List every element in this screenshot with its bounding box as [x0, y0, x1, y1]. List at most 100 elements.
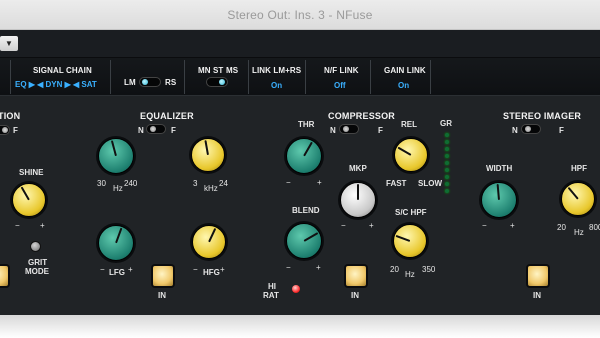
- grit-mode-button[interactable]: [30, 241, 41, 252]
- nf-link-value[interactable]: Off: [334, 81, 346, 90]
- divider: [305, 60, 306, 94]
- nf-link-label: N/F LINK: [324, 66, 359, 75]
- sc-min: 20: [390, 265, 399, 274]
- hfg-plus: +: [220, 265, 225, 274]
- comp-f-label: F: [378, 126, 383, 135]
- blend-minus: −: [286, 263, 291, 272]
- eq-in-button[interactable]: [153, 266, 173, 286]
- hi-label: HI: [268, 282, 276, 291]
- eq-f-label: F: [171, 126, 176, 135]
- sc-max: 350: [422, 265, 436, 274]
- rel-label: REL: [401, 120, 417, 129]
- comp-in-button[interactable]: [346, 266, 366, 286]
- saturation-nf-toggle[interactable]: [0, 125, 10, 135]
- imager-in-label: IN: [533, 291, 541, 300]
- mkp-label: MKP: [349, 164, 367, 173]
- mkp-plus: +: [369, 221, 374, 230]
- lfg-knob[interactable]: [98, 225, 134, 261]
- triangle-down-icon[interactable]: ▼: [0, 36, 18, 51]
- gain-link-label: GAIN LINK: [384, 66, 426, 75]
- blend-knob[interactable]: [286, 223, 322, 259]
- compressor-title: COMPRESSOR: [328, 111, 396, 121]
- hf-min: 3: [193, 179, 198, 188]
- divider: [10, 60, 11, 94]
- mkp-knob[interactable]: [340, 182, 376, 218]
- comp-n-label: N: [330, 126, 336, 135]
- gain-link-value[interactable]: On: [398, 81, 409, 90]
- divider: [184, 60, 185, 94]
- lfg-label: LFG: [109, 268, 125, 277]
- saturation-f-label: F: [13, 126, 18, 135]
- lm-rs-toggle[interactable]: [139, 77, 161, 87]
- eq-in-label: IN: [158, 291, 166, 300]
- divider: [370, 60, 371, 94]
- divider: [430, 60, 431, 94]
- width-minus: −: [482, 221, 487, 230]
- saturation-title: TION: [0, 111, 21, 121]
- shine-minus: −: [15, 221, 20, 230]
- rat-label: RAT: [263, 291, 279, 300]
- ms-label: MS: [226, 66, 239, 75]
- mode-label: MODE: [25, 267, 49, 276]
- width-knob[interactable]: [481, 182, 517, 218]
- comp-in-label: IN: [351, 291, 359, 300]
- window-titlebar: Stereo Out: Ins. 3 - NFuse: [0, 0, 600, 30]
- eq-nf-toggle[interactable]: [146, 124, 166, 134]
- grit-label: GRIT: [28, 258, 48, 267]
- hf-max: 24: [219, 179, 228, 188]
- sc-hpf-knob[interactable]: [393, 224, 427, 258]
- hpf-min: 20: [557, 223, 566, 232]
- window-shadow: [0, 315, 600, 338]
- imager-nf-toggle[interactable]: [521, 124, 541, 134]
- eq-n-label: N: [138, 126, 144, 135]
- rel-slow: SLOW: [418, 179, 442, 188]
- hfg-knob[interactable]: [192, 225, 226, 259]
- shine-label: SHINE: [19, 168, 44, 177]
- thr-label: THR: [298, 120, 315, 129]
- lfg-minus: −: [100, 265, 105, 274]
- shine-plus: +: [40, 221, 45, 230]
- rel-fast: FAST: [386, 179, 407, 188]
- signal-chain-selector[interactable]: EQ ▶ ◀ DYN ▶ ◀ SAT: [15, 80, 97, 89]
- lm-label: LM: [124, 78, 136, 87]
- equalizer-title: EQUALIZER: [140, 111, 194, 121]
- plugin-panel: SIGNAL CHAIN EQ ▶ ◀ DYN ▶ ◀ SAT LM RS MN…: [0, 58, 600, 315]
- sc-hpf-label: S/C HPF: [395, 208, 427, 217]
- blend-label: BLEND: [292, 206, 320, 215]
- st-label: ST: [213, 66, 224, 75]
- width-label: WIDTH: [486, 164, 513, 173]
- divider: [110, 60, 111, 94]
- hpf-knob[interactable]: [561, 182, 595, 216]
- width-plus: +: [510, 221, 515, 230]
- sc-unit: Hz: [405, 270, 415, 279]
- lf-unit: Hz: [113, 184, 123, 193]
- lf-freq-knob[interactable]: [98, 138, 134, 174]
- window-title: Stereo Out: Ins. 3 - NFuse: [227, 8, 373, 22]
- hfg-label: HFG: [203, 268, 220, 277]
- mn-st-ms-switch[interactable]: [206, 77, 228, 87]
- imager-in-button[interactable]: [528, 266, 548, 286]
- thr-plus: +: [317, 178, 322, 187]
- comp-nf-toggle[interactable]: [339, 124, 359, 134]
- thr-knob[interactable]: [286, 138, 322, 174]
- rel-knob[interactable]: [394, 138, 428, 172]
- hpf-label: HPF: [571, 164, 587, 173]
- hf-freq-knob[interactable]: [191, 138, 225, 172]
- gr-label: GR: [440, 119, 452, 128]
- hf-unit: kHz: [204, 184, 218, 193]
- hpf-max: 800: [589, 223, 600, 232]
- imager-n-label: N: [512, 126, 518, 135]
- hfg-minus: −: [193, 265, 198, 274]
- lf-max: 240: [124, 179, 138, 188]
- hi-rat-led[interactable]: [292, 285, 300, 293]
- link-lmrs-value[interactable]: On: [271, 81, 282, 90]
- lfg-plus: +: [128, 265, 133, 274]
- imager-f-label: F: [559, 126, 564, 135]
- shine-knob[interactable]: [12, 183, 46, 217]
- blend-plus: +: [316, 263, 321, 272]
- mkp-minus: −: [341, 221, 346, 230]
- signal-chain-label: SIGNAL CHAIN: [33, 66, 92, 75]
- link-lmrs-label: LINK LM+RS: [252, 66, 302, 75]
- thr-minus: −: [286, 178, 291, 187]
- saturation-in-button[interactable]: [0, 266, 8, 286]
